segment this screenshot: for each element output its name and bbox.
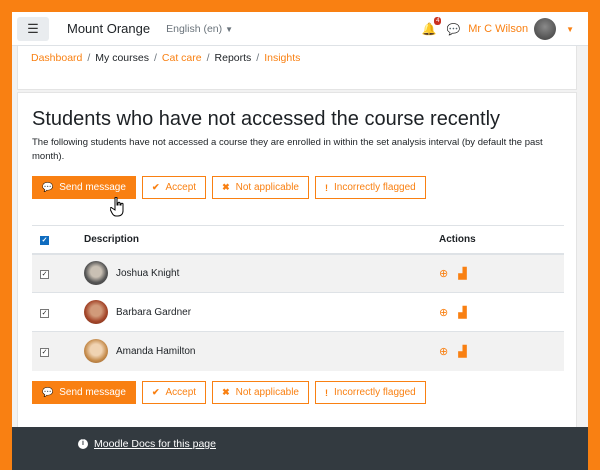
user-name[interactable]: Mr C Wilson <box>468 23 528 35</box>
language-label: English (en) <box>166 22 223 35</box>
page-title: Students who have not accessed the cours… <box>32 108 501 130</box>
header-description: Description <box>84 225 439 255</box>
breadcrumb-separator: / <box>256 52 260 64</box>
accept-button[interactable]: ✔ Accept <box>141 176 207 199</box>
bottom-action-bar: 💬 Send message ✔ Accept ✖ Not applicable ! I… <box>32 381 426 404</box>
accept-label: Accept <box>165 182 197 193</box>
breadcrumb-dashboard[interactable]: Dashboard <box>31 52 82 64</box>
breadcrumb-insights[interactable]: Insights <box>264 52 300 64</box>
send-message-button[interactable]: 💬 Send message <box>32 176 136 199</box>
chat-icon: 💬 <box>42 387 54 397</box>
hand-cursor-icon <box>110 197 124 217</box>
select-all-checkbox[interactable]: ✓ <box>40 235 49 245</box>
not-applicable-button[interactable]: ✖ Not applicable <box>212 381 309 404</box>
students-table: ✓ Description Actions ✓ Joshua Knight ⊕ ▟… <box>32 225 564 371</box>
site-name[interactable]: Mount Orange <box>67 21 150 36</box>
close-icon: ✖ <box>222 387 230 397</box>
table-header-row: ✓ Description Actions <box>32 225 564 255</box>
language-menu[interactable]: English (en) ▼ <box>166 23 233 35</box>
page-description: The following students have not accessed… <box>32 137 543 162</box>
exclamation-icon: ! <box>324 387 328 398</box>
accept-button[interactable]: ✔ Accept <box>141 381 207 404</box>
exclamation-icon: ! <box>324 182 328 193</box>
docs-link-row: i Moodle Docs for this page <box>78 438 216 450</box>
breadcrumb-separator: / <box>153 52 157 64</box>
top-action-bar: 💬 Send message ✔ Accept ✖ Not applicable ! I… <box>32 176 426 199</box>
table-row: ✓ Amanda Hamilton ⊕ ▟ <box>32 331 564 371</box>
hamburger-icon[interactable]: ☰ <box>17 16 49 41</box>
zoom-icon[interactable]: ⊕ <box>439 267 448 280</box>
insight-card: Students who have not accessed the cours… <box>17 92 577 429</box>
top-navbar: ☰ Mount Orange English (en) ▼ 🔔 4 💬 Mr C W… <box>12 12 588 46</box>
zoom-icon[interactable]: ⊕ <box>439 306 448 319</box>
table-row: ✓ Joshua Knight ⊕ ▟ <box>32 253 564 293</box>
check-icon: ✔ <box>151 387 160 397</box>
chat-icon[interactable]: 💬 <box>446 23 460 36</box>
not-applicable-label: Not applicable <box>235 387 299 398</box>
chart-icon[interactable]: ▟ <box>458 345 466 358</box>
send-message-button[interactable]: 💬 Send message <box>32 381 136 404</box>
breadcrumb-reports[interactable]: Reports <box>215 52 252 64</box>
page-frame: ☰ Mount Orange English (en) ▼ 🔔 4 💬 Mr C W… <box>12 12 588 470</box>
send-message-label: Send message <box>59 387 126 398</box>
incorrectly-flagged-label: Incorrectly flagged <box>333 182 416 193</box>
chevron-down-icon: ▼ <box>225 24 234 34</box>
zoom-icon[interactable]: ⊕ <box>439 345 448 358</box>
chart-icon[interactable]: ▟ <box>458 267 466 280</box>
student-name[interactable]: Barbara Gardner <box>116 307 191 318</box>
incorrectly-flagged-button[interactable]: ! Incorrectly flagged <box>314 176 426 199</box>
incorrectly-flagged-label: Incorrectly flagged <box>333 387 416 398</box>
header-actions: Actions <box>439 225 564 255</box>
row-checkbox[interactable]: ✓ <box>40 269 49 279</box>
breadcrumb-cat-care[interactable]: Cat care <box>162 52 202 64</box>
row-checkbox[interactable]: ✓ <box>40 308 49 318</box>
row-checkbox[interactable]: ✓ <box>40 347 49 357</box>
chevron-down-icon[interactable]: ▼ <box>566 25 574 34</box>
incorrectly-flagged-button[interactable]: ! Incorrectly flagged <box>314 381 426 404</box>
chat-icon: 💬 <box>42 182 54 192</box>
not-applicable-label: Not applicable <box>235 182 299 193</box>
close-icon: ✖ <box>222 182 230 192</box>
info-icon: i <box>78 439 88 449</box>
breadcrumb-separator: / <box>206 52 210 64</box>
user-avatar[interactable] <box>534 18 557 40</box>
student-name[interactable]: Joshua Knight <box>116 268 179 279</box>
select-all-cell: ✓ <box>32 225 84 255</box>
avatar <box>84 300 108 324</box>
breadcrumb-my-courses[interactable]: My courses <box>95 52 149 64</box>
avatar <box>84 261 108 286</box>
avatar <box>84 339 108 364</box>
bell-icon[interactable]: 🔔 4 <box>422 17 442 36</box>
breadcrumb-card: Dashboard / My courses / Cat care / Repo… <box>17 46 577 90</box>
moodle-docs-link[interactable]: Moodle Docs for this page <box>94 438 216 450</box>
breadcrumb: Dashboard / My courses / Cat care / Repo… <box>31 52 300 64</box>
breadcrumb-separator: / <box>87 52 91 64</box>
student-name[interactable]: Amanda Hamilton <box>116 346 195 357</box>
check-icon: ✔ <box>151 182 160 192</box>
chart-icon[interactable]: ▟ <box>458 306 466 319</box>
page-footer: i Moodle Docs for this page <box>12 427 588 470</box>
not-applicable-button[interactable]: ✖ Not applicable <box>212 176 309 199</box>
table-row: ✓ Barbara Gardner ⊕ ▟ <box>32 292 564 332</box>
accept-label: Accept <box>165 387 197 398</box>
notification-badge: 4 <box>434 17 442 25</box>
send-message-label: Send message <box>59 182 126 193</box>
